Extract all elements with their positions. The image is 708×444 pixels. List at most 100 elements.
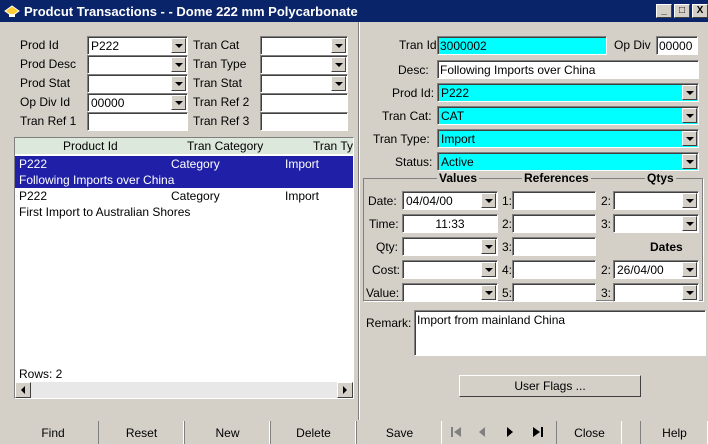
scroll-right-icon[interactable] <box>337 382 353 398</box>
user-flags-button[interactable]: User Flags ... <box>459 375 641 397</box>
ref4-field[interactable] <box>512 260 596 279</box>
qty2-select[interactable] <box>613 191 699 210</box>
chevron-down-icon[interactable] <box>171 95 186 110</box>
column-header-product-id[interactable]: Product Id <box>63 139 118 153</box>
chevron-down-icon[interactable] <box>682 193 697 208</box>
chevron-down-icon[interactable] <box>682 262 697 277</box>
reset-button[interactable]: Reset <box>98 421 184 444</box>
pane-divider[interactable] <box>358 22 360 420</box>
cell-tran-type: Import <box>285 189 320 203</box>
ref2-field[interactable] <box>512 214 596 233</box>
tran-type-label: Tran Type <box>193 57 247 71</box>
tran-ref2-label: Tran Ref 2 <box>193 95 250 109</box>
remark-textarea[interactable]: Import from mainland China <box>414 310 706 356</box>
tran-id-label: Tran Id: <box>399 38 440 52</box>
chevron-down-icon[interactable] <box>481 285 496 300</box>
chevron-down-icon[interactable] <box>481 239 496 254</box>
table-row-description[interactable]: First Import to Australian Shores <box>15 204 353 220</box>
chevron-down-icon[interactable] <box>331 57 346 72</box>
chevron-down-icon[interactable] <box>481 193 496 208</box>
tran-type-filter-select[interactable] <box>260 55 348 74</box>
ref3-field[interactable] <box>512 237 596 256</box>
op-div-id-filter-select[interactable]: 00000 <box>87 93 188 112</box>
tran-ref2-filter-input[interactable] <box>260 93 348 112</box>
remark-label: Remark: <box>366 316 412 330</box>
horizontal-scrollbar[interactable] <box>15 382 353 398</box>
cell-product-id: P222 <box>19 189 48 203</box>
date-select[interactable]: 04/04/00 <box>402 191 498 210</box>
cost-select[interactable] <box>402 260 498 279</box>
tran-cat-label: Tran Cat <box>193 38 240 52</box>
new-button[interactable]: New <box>184 421 270 444</box>
ref1-field[interactable] <box>512 191 596 210</box>
table-row[interactable]: P222 Category Import <box>15 156 353 172</box>
prod-id-filter-select[interactable]: P222 <box>87 36 188 55</box>
qty-label: Qty: <box>376 240 399 254</box>
cell-description: Following Imports over China <box>19 173 175 187</box>
chevron-down-icon[interactable] <box>682 216 697 231</box>
column-header-tran-type[interactable]: Tran Ty <box>313 139 353 153</box>
previous-record-icon[interactable] <box>470 421 494 443</box>
ref1-label: 1: <box>502 194 513 208</box>
minimize-button[interactable]: _ <box>656 4 672 18</box>
qty-select[interactable] <box>402 237 498 256</box>
column-header-tran-category[interactable]: Tran Category <box>187 139 263 153</box>
cell-tran-category: Category <box>171 189 220 203</box>
tran-id-field[interactable]: 3000002 <box>437 36 607 55</box>
date3-select[interactable] <box>613 283 699 302</box>
prod-id-detail-label: Prod Id: <box>392 86 435 100</box>
save-button[interactable]: Save <box>356 421 442 444</box>
grid-header: Product Id Tran Category Tran Ty <box>15 138 353 154</box>
chevron-down-icon[interactable] <box>682 108 697 123</box>
chevron-down-icon[interactable] <box>682 131 697 146</box>
tran-cat-filter-select[interactable] <box>260 36 348 55</box>
ref5-field[interactable] <box>512 283 596 302</box>
ref5-label: 5: <box>502 286 513 300</box>
first-record-icon[interactable] <box>444 421 468 443</box>
time-field[interactable]: 11:33 <box>402 214 498 233</box>
tran-cat-detail-label: Tran Cat: <box>382 109 432 123</box>
chevron-down-icon[interactable] <box>331 38 346 53</box>
prod-desc-filter-select[interactable] <box>87 55 188 74</box>
help-button[interactable]: Help <box>640 421 708 444</box>
transactions-grid[interactable]: Product Id Tran Category Tran Ty P222 Ca… <box>14 137 354 399</box>
chevron-down-icon[interactable] <box>171 76 186 91</box>
prod-id-detail-select[interactable]: P222 <box>437 83 699 102</box>
delete-button[interactable]: Delete <box>270 421 356 444</box>
close-window-button[interactable]: X <box>692 4 708 18</box>
tran-type-detail-label: Tran Type: <box>373 132 430 146</box>
chevron-down-icon[interactable] <box>331 76 346 91</box>
cell-product-id: P222 <box>19 157 48 171</box>
tran-type-detail-select[interactable]: Import <box>437 129 699 148</box>
chevron-down-icon[interactable] <box>682 85 697 100</box>
time-label: Time: <box>369 217 399 231</box>
tran-stat-filter-select[interactable] <box>260 74 348 93</box>
value-select[interactable] <box>402 283 498 302</box>
close-button[interactable]: Close <box>556 421 622 444</box>
chevron-down-icon[interactable] <box>171 57 186 72</box>
chevron-down-icon[interactable] <box>171 38 186 53</box>
find-button[interactable]: Find <box>8 421 98 444</box>
qty3-select[interactable] <box>613 214 699 233</box>
tran-ref3-filter-input[interactable] <box>260 112 348 131</box>
chevron-down-icon[interactable] <box>481 262 496 277</box>
last-record-icon[interactable] <box>526 421 550 443</box>
next-record-icon[interactable] <box>498 421 522 443</box>
app-icon <box>3 3 21 19</box>
tran-cat-detail-select[interactable]: CAT <box>437 106 699 125</box>
table-row[interactable]: P222 Category Import <box>15 188 353 204</box>
cell-tran-category: Category <box>171 157 220 171</box>
prod-stat-filter-select[interactable] <box>87 74 188 93</box>
tran-ref1-filter-input[interactable] <box>87 112 188 131</box>
status-select[interactable]: Active <box>437 152 699 171</box>
maximize-button[interactable]: □ <box>674 4 690 18</box>
cost-label: Cost: <box>372 263 401 277</box>
date2-select[interactable]: 26/04/00 <box>613 260 699 279</box>
op-div-id-label: Op Div Id <box>20 95 71 109</box>
op-div-field[interactable]: 00000 <box>656 36 698 55</box>
chevron-down-icon[interactable] <box>682 154 697 169</box>
desc-field[interactable]: Following Imports over China <box>437 60 699 79</box>
table-row-description[interactable]: Following Imports over China <box>15 172 353 188</box>
chevron-down-icon[interactable] <box>682 285 697 300</box>
scroll-left-icon[interactable] <box>15 382 31 398</box>
